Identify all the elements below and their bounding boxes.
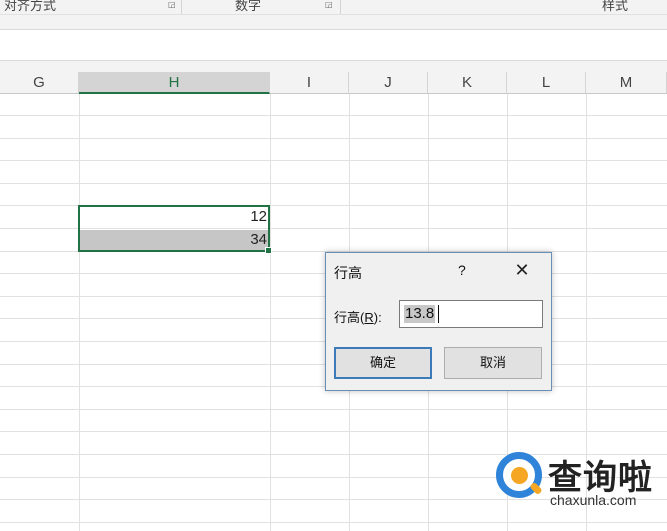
row-gridline bbox=[0, 183, 667, 184]
column-header-m[interactable]: M bbox=[586, 72, 667, 93]
row-height-label: 行高(R): bbox=[334, 307, 382, 326]
ribbon-group-styles: 样式 bbox=[602, 0, 629, 13]
ribbon-group-number: 数字 bbox=[235, 0, 262, 13]
row-height-value: 13.8 bbox=[404, 305, 436, 323]
ribbon-separator bbox=[340, 0, 341, 14]
column-header-h[interactable]: H bbox=[79, 72, 270, 94]
watermark-url: chaxunla.com bbox=[550, 492, 637, 508]
cancel-button[interactable]: 取消 bbox=[444, 347, 542, 379]
formula-input[interactable] bbox=[0, 29, 667, 61]
row-gridline bbox=[0, 431, 667, 432]
column-header-k[interactable]: K bbox=[428, 72, 507, 93]
dialog-title: 行高 bbox=[334, 265, 362, 281]
ribbon-group-alignment: 对齐方式 bbox=[4, 0, 57, 13]
row-gridline bbox=[0, 409, 667, 410]
watermark-logo: 查询啦 chaxunla.com bbox=[492, 448, 662, 518]
row-gridline bbox=[0, 522, 667, 523]
row-gridline bbox=[0, 138, 667, 139]
label-suffix: ): bbox=[373, 310, 382, 325]
row-gridline bbox=[0, 160, 667, 161]
text-caret bbox=[438, 305, 439, 323]
help-icon[interactable]: ? bbox=[458, 262, 466, 278]
label-text: 行高( bbox=[334, 310, 365, 325]
column-header-g[interactable]: G bbox=[0, 72, 79, 93]
label-mnemonic: R bbox=[364, 310, 374, 325]
row-gridline bbox=[0, 115, 667, 116]
row-height-dialog: 行高 ? ✕ 行高(R): 13.8 确定 取消 bbox=[325, 252, 552, 391]
column-header-j[interactable]: J bbox=[349, 72, 428, 93]
close-icon[interactable]: ✕ bbox=[510, 259, 534, 281]
ribbon-separator bbox=[181, 0, 182, 14]
row-height-input[interactable]: 13.8 bbox=[399, 300, 543, 328]
ok-button[interactable]: 确定 bbox=[334, 347, 432, 379]
column-header-row: G H I J K L M bbox=[0, 72, 667, 94]
ribbon-group-bar: 对齐方式 ◲ 数字 ◲ 样式 bbox=[0, 0, 667, 14]
column-header-l[interactable]: L bbox=[507, 72, 586, 93]
formula-bar-area bbox=[0, 14, 667, 73]
column-header-i[interactable]: I bbox=[270, 72, 349, 93]
dialog-launcher-icon[interactable]: ◲ bbox=[168, 1, 176, 9]
logo-dot bbox=[511, 467, 528, 484]
cell-h7[interactable]: 34 bbox=[79, 231, 270, 251]
dialog-launcher-icon[interactable]: ◲ bbox=[325, 1, 333, 9]
